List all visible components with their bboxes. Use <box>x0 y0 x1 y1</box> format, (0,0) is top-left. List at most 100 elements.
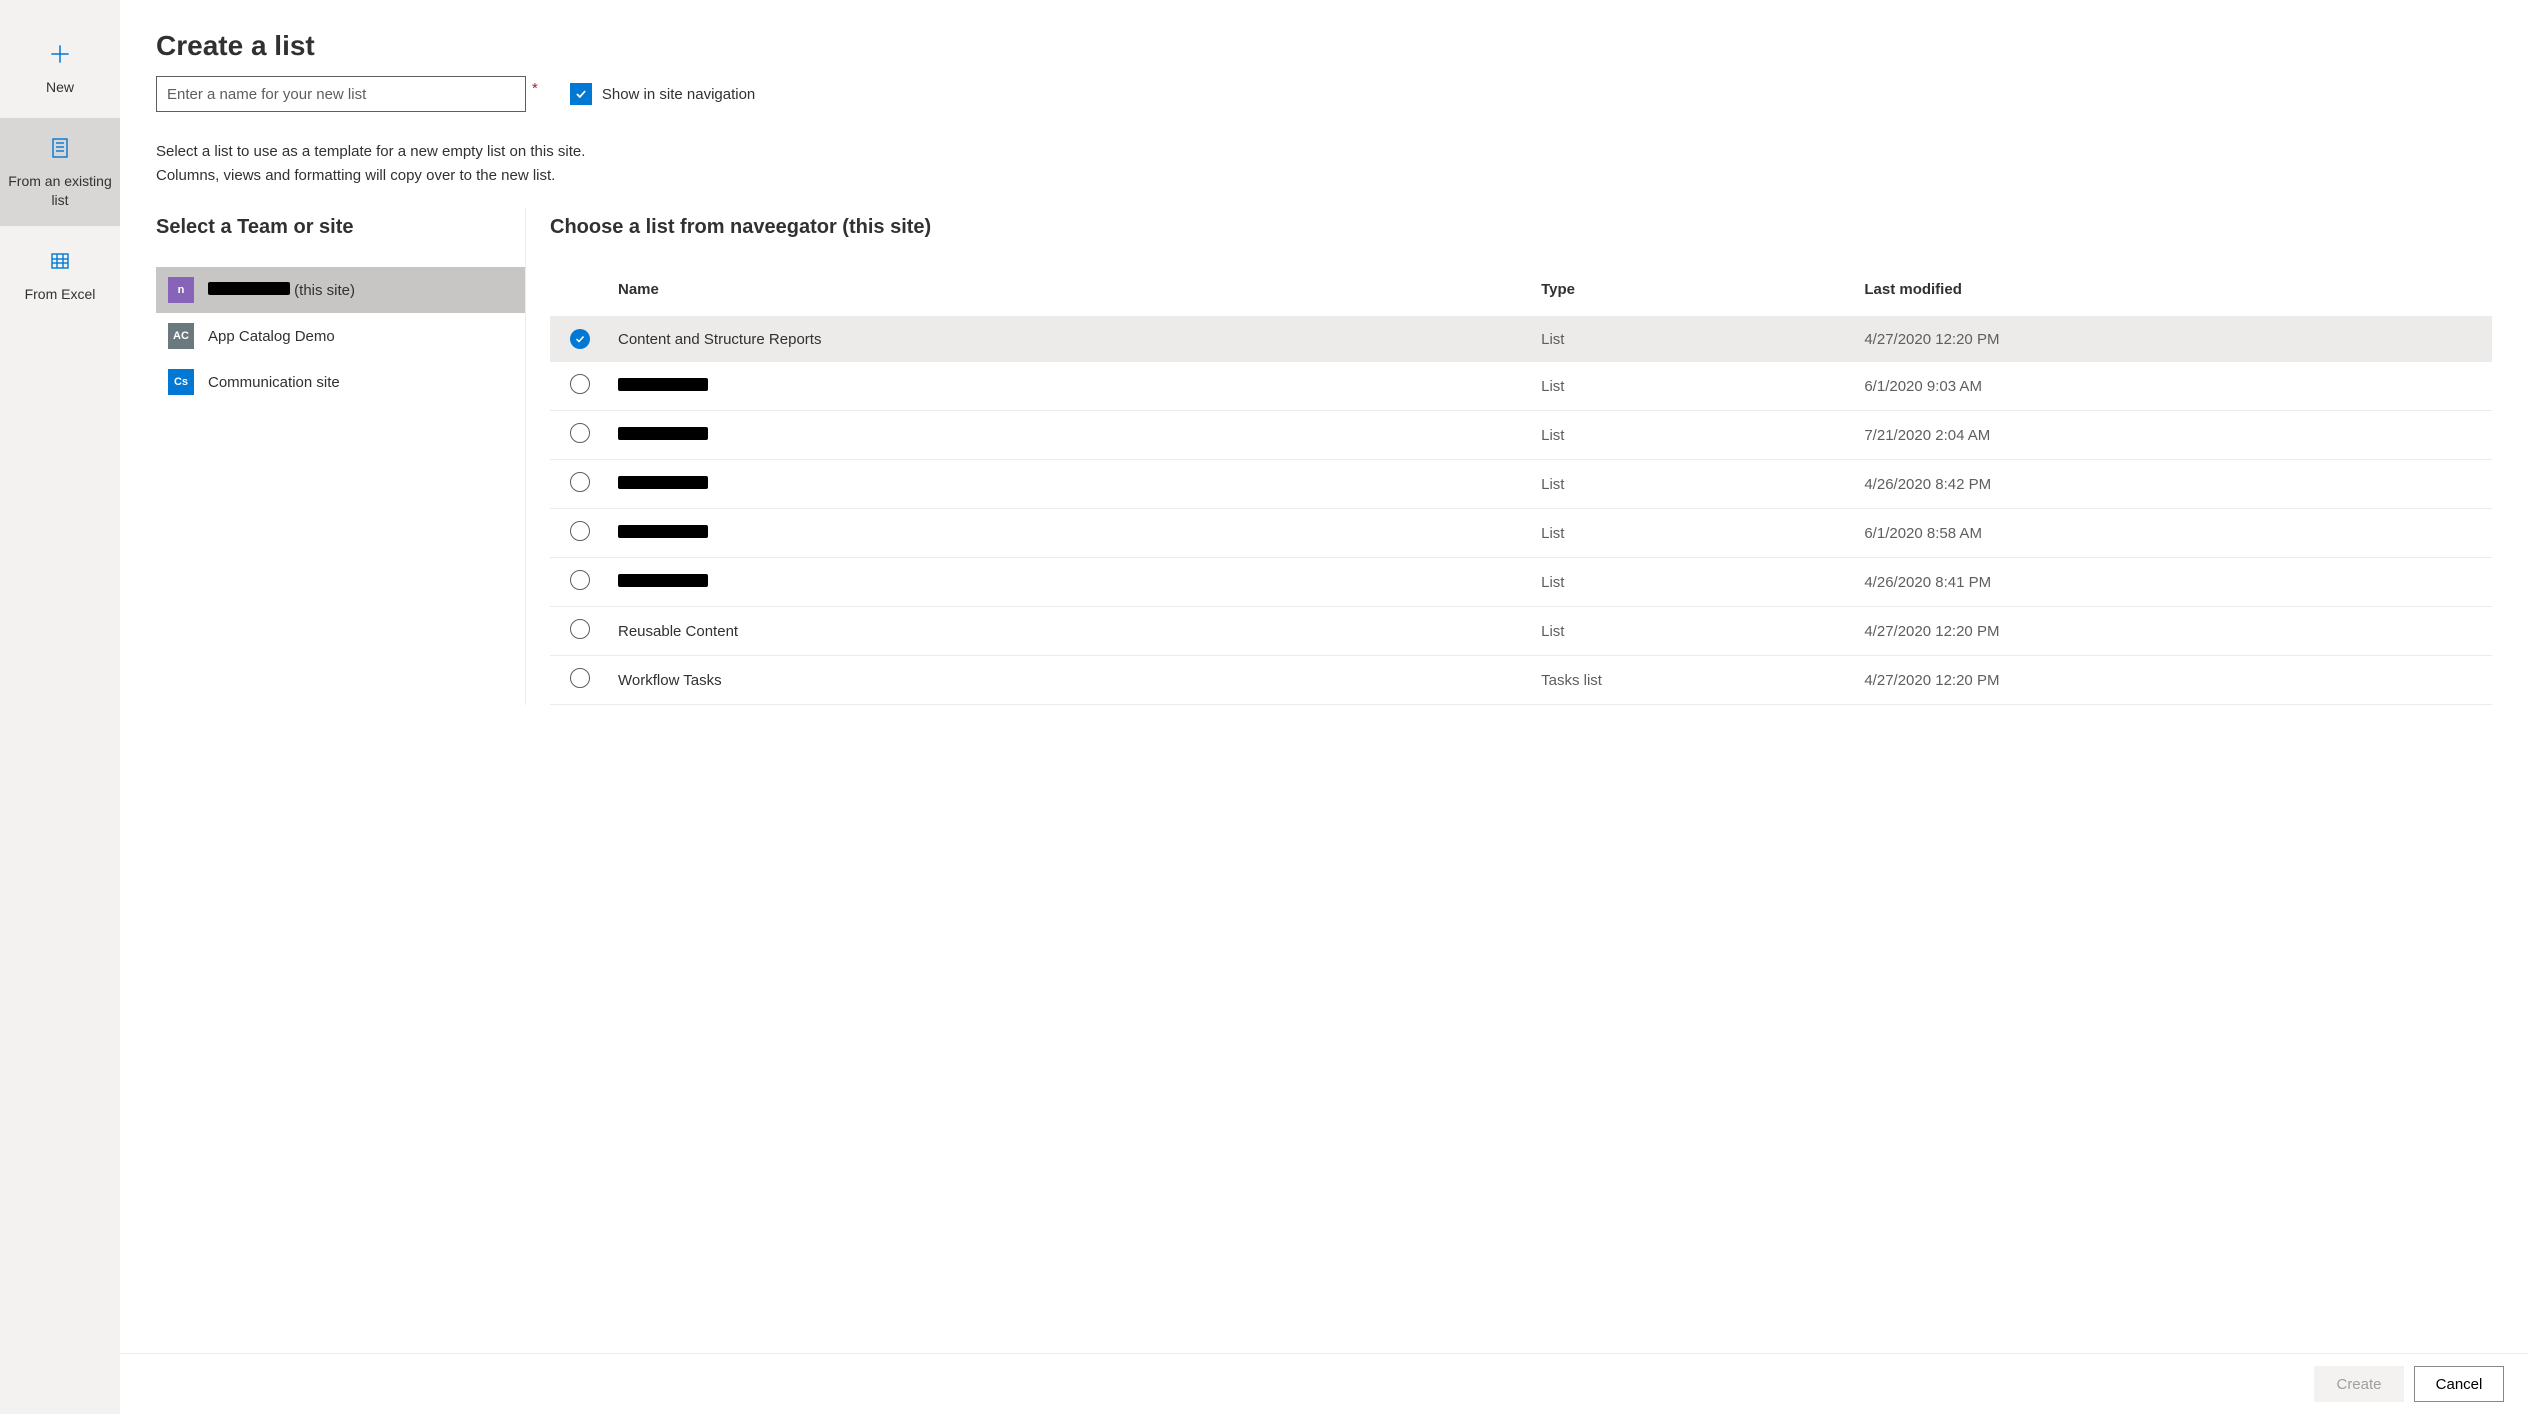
plus-icon <box>46 40 74 68</box>
cell-type: List <box>1533 362 1856 411</box>
site-badge-icon: Cs <box>168 369 194 395</box>
list-name-input[interactable] <box>156 76 526 112</box>
radio-unchecked-icon <box>570 423 590 443</box>
grid-icon <box>46 247 74 275</box>
radio-checked-icon <box>570 329 590 349</box>
redacted-text <box>618 476 708 489</box>
site-item-label: Communication site <box>208 374 340 391</box>
list-file-icon <box>46 134 74 162</box>
redacted-text <box>618 525 708 538</box>
site-item[interactable]: Cs Communication site <box>156 359 525 405</box>
cell-type: List <box>1533 509 1856 558</box>
row-selector[interactable] <box>550 411 610 460</box>
show-in-nav-checkbox[interactable]: Show in site navigation <box>570 83 755 105</box>
site-item-label: App Catalog Demo <box>208 328 335 345</box>
row-selector[interactable] <box>550 362 610 411</box>
cell-type: List <box>1533 317 1856 362</box>
cell-modified: 6/1/2020 8:58 AM <box>1856 509 2492 558</box>
cell-name <box>610 411 1533 460</box>
radio-unchecked-icon <box>570 619 590 639</box>
site-list: n (this site) AC App Catalog Demo Cs Communi… <box>156 267 525 405</box>
radio-unchecked-icon <box>570 472 590 492</box>
row-selector[interactable] <box>550 317 610 362</box>
table-row[interactable]: List4/26/2020 8:41 PM <box>550 558 2492 607</box>
cell-modified: 4/27/2020 12:20 PM <box>1856 317 2492 362</box>
column-header-select <box>550 267 610 317</box>
sidebar: New From an existing list <box>0 0 120 1414</box>
radio-unchecked-icon <box>570 570 590 590</box>
name-row: * Show in site navigation <box>156 76 2492 112</box>
main-panel: Create a list * Show in site navigation … <box>120 0 2528 1414</box>
cell-type: List <box>1533 558 1856 607</box>
radio-unchecked-icon <box>570 668 590 688</box>
cell-modified: 6/1/2020 9:03 AM <box>1856 362 2492 411</box>
list-picker-heading: Choose a list from naveegator (this site… <box>550 216 2492 239</box>
intro-line: Select a list to use as a template for a… <box>156 140 2492 164</box>
row-selector[interactable] <box>550 656 610 705</box>
cell-modified: 4/27/2020 12:20 PM <box>1856 607 2492 656</box>
columns: Select a Team or site n (this site) AC App… <box>156 208 2492 705</box>
column-header-type[interactable]: Type <box>1533 267 1856 317</box>
app-root: New From an existing list <box>0 0 2528 1414</box>
row-selector[interactable] <box>550 509 610 558</box>
column-header-name[interactable]: Name <box>610 267 1533 317</box>
sidebar-item-from-excel[interactable]: From Excel <box>0 226 120 326</box>
table-row[interactable]: List7/21/2020 2:04 AM <box>550 411 2492 460</box>
column-header-modified[interactable]: Last modified <box>1856 267 2492 317</box>
cell-modified: 7/21/2020 2:04 AM <box>1856 411 2492 460</box>
cell-name: Content and Structure Reports <box>610 317 1533 362</box>
page-title: Create a list <box>156 30 2492 62</box>
table-row[interactable]: Reusable ContentList4/27/2020 12:20 PM <box>550 607 2492 656</box>
row-selector[interactable] <box>550 558 610 607</box>
cell-type: Tasks list <box>1533 656 1856 705</box>
table-row[interactable]: Workflow TasksTasks list4/27/2020 12:20 … <box>550 656 2492 705</box>
radio-unchecked-icon <box>570 521 590 541</box>
table-row[interactable]: List6/1/2020 8:58 AM <box>550 509 2492 558</box>
cell-type: List <box>1533 460 1856 509</box>
site-item-label: (this site) <box>208 282 355 299</box>
site-badge-icon: AC <box>168 323 194 349</box>
cell-name: Reusable Content <box>610 607 1533 656</box>
content-scroll: Create a list * Show in site navigation … <box>120 0 2528 1353</box>
site-item[interactable]: n (this site) <box>156 267 525 313</box>
redacted-text <box>618 427 708 440</box>
cell-name <box>610 558 1533 607</box>
sidebar-item-label: From an existing list <box>6 172 114 210</box>
site-badge-icon: n <box>168 277 194 303</box>
cell-type: List <box>1533 607 1856 656</box>
create-button[interactable]: Create <box>2314 1366 2404 1402</box>
cell-modified: 4/26/2020 8:42 PM <box>1856 460 2492 509</box>
site-picker-panel: Select a Team or site n (this site) AC App… <box>156 208 526 705</box>
checkbox-label: Show in site navigation <box>602 86 755 103</box>
cell-name <box>610 460 1533 509</box>
row-selector[interactable] <box>550 607 610 656</box>
cell-type: List <box>1533 411 1856 460</box>
row-selector[interactable] <box>550 460 610 509</box>
sidebar-item-new[interactable]: New <box>0 18 120 118</box>
cell-name: Workflow Tasks <box>610 656 1533 705</box>
redacted-text <box>618 574 708 587</box>
list-table: Name Type Last modified Content and Stru… <box>550 267 2492 705</box>
intro-line: Columns, views and formatting will copy … <box>156 164 2492 188</box>
table-row[interactable]: Content and Structure ReportsList4/27/20… <box>550 317 2492 362</box>
cell-modified: 4/26/2020 8:41 PM <box>1856 558 2492 607</box>
sidebar-item-label: From Excel <box>25 285 96 304</box>
checkmark-icon <box>570 83 592 105</box>
list-picker-panel: Choose a list from naveegator (this site… <box>550 208 2492 705</box>
redacted-text <box>208 282 290 295</box>
radio-unchecked-icon <box>570 374 590 394</box>
sidebar-item-from-existing-list[interactable]: From an existing list <box>0 118 120 226</box>
cell-modified: 4/27/2020 12:20 PM <box>1856 656 2492 705</box>
table-row[interactable]: List6/1/2020 9:03 AM <box>550 362 2492 411</box>
site-picker-heading: Select a Team or site <box>156 216 525 239</box>
intro-text: Select a list to use as a template for a… <box>156 140 2492 188</box>
cancel-button[interactable]: Cancel <box>2414 1366 2504 1402</box>
site-item[interactable]: AC App Catalog Demo <box>156 313 525 359</box>
cell-name <box>610 362 1533 411</box>
dialog-footer: Create Cancel <box>120 1353 2528 1414</box>
table-row[interactable]: List4/26/2020 8:42 PM <box>550 460 2492 509</box>
cell-name <box>610 509 1533 558</box>
required-indicator: * <box>532 76 538 97</box>
sidebar-item-label: New <box>46 78 74 97</box>
redacted-text <box>618 378 708 391</box>
